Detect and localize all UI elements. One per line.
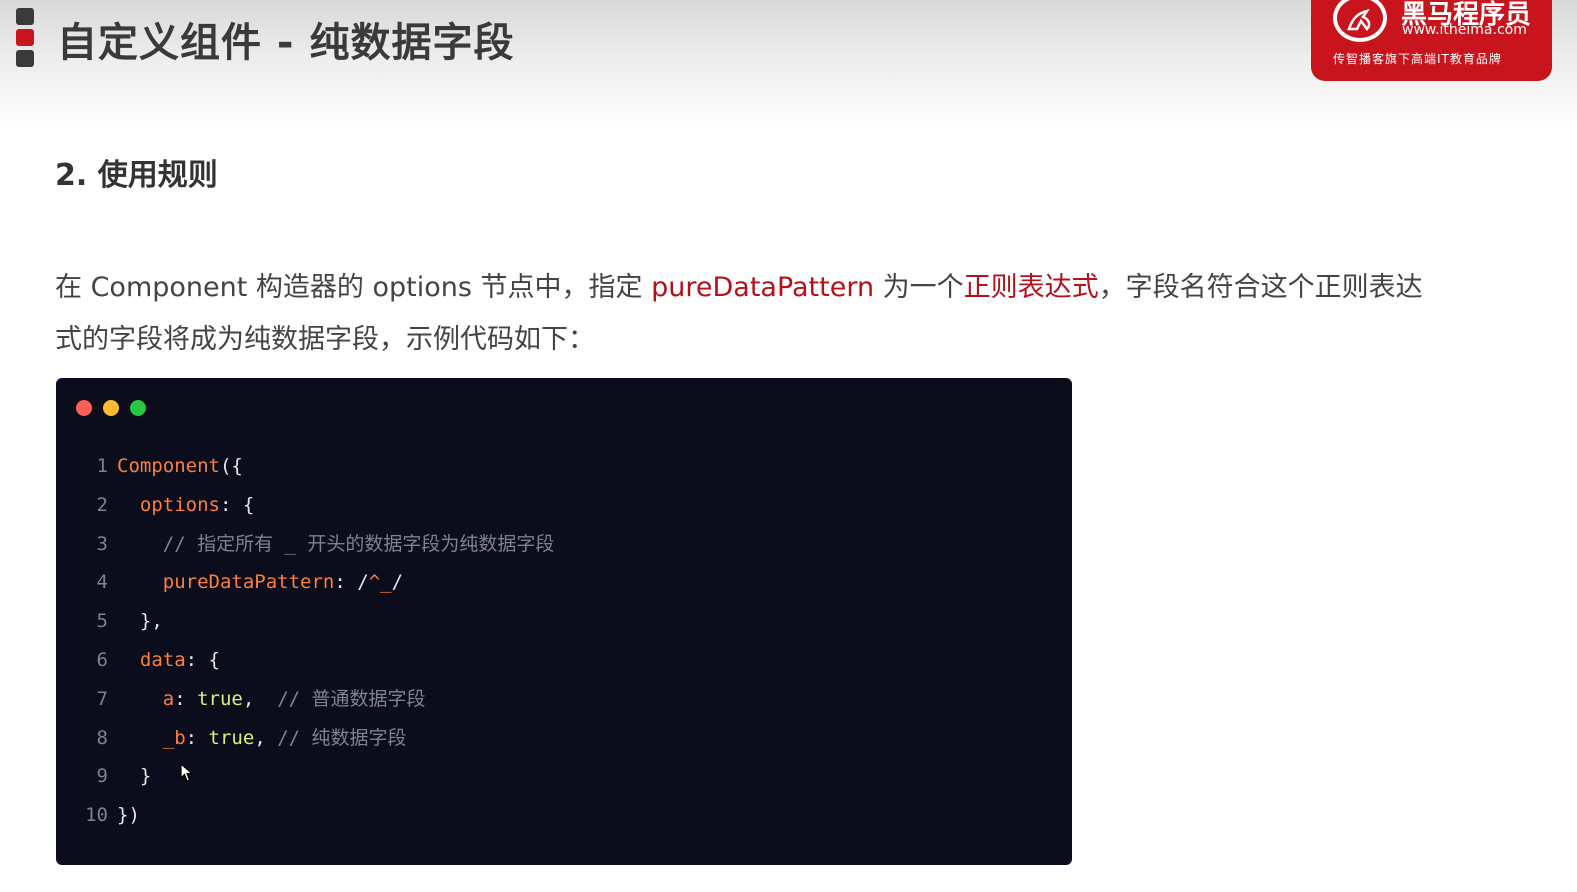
paragraph-text: 为一个 — [874, 272, 964, 303]
window-close-dot — [76, 400, 92, 416]
horse-emblem-icon — [1333, 0, 1387, 42]
code-token: ^_ — [368, 571, 392, 594]
code-token: options — [139, 493, 220, 516]
code-content: // 指定所有 _ 开头的数据字段为纯数据字段 — [117, 525, 555, 564]
code-content: _b: true, // 纯数据字段 — [117, 719, 407, 758]
line-number: 10 — [85, 804, 108, 827]
code-content: Component({ — [117, 447, 243, 486]
code-block: 1 Component({2 options: {3 // 指定所有 _ 开头的数… — [56, 447, 1072, 835]
code-content: }, — [117, 602, 163, 641]
line-number: 4 — [96, 571, 108, 594]
code-token: true — [197, 687, 243, 710]
code-line: 9 } — [56, 757, 1072, 796]
line-number: 8 — [96, 726, 108, 749]
mouse-cursor-icon — [180, 763, 194, 782]
code-token: _b — [162, 726, 186, 749]
code-token: }, — [117, 610, 163, 633]
code-line: 2 options: { — [56, 486, 1072, 525]
highlight-pure-data-pattern: pureDataPattern — [651, 272, 875, 303]
code-token: pureDataPattern — [162, 571, 335, 594]
line-number: 7 — [96, 687, 108, 710]
description-paragraph: 在 Component 构造器的 options 节点中，指定 pureData… — [55, 262, 1435, 366]
page-title: 自定义组件 - 纯数据字段 — [57, 20, 515, 66]
code-content: a: true, // 普通数据字段 — [117, 680, 426, 719]
line-number: 9 — [96, 765, 108, 788]
code-line: 10}) — [56, 796, 1072, 835]
code-line: 3 // 指定所有 _ 开头的数据字段为纯数据字段 — [56, 525, 1072, 564]
line-number: 2 — [96, 493, 108, 516]
line-number: 3 — [96, 532, 108, 555]
code-content: pureDataPattern: /^_/ — [117, 563, 403, 602]
code-line: 1 Component({ — [56, 447, 1072, 486]
line-number: 5 — [96, 610, 108, 633]
code-token: : / — [334, 571, 369, 594]
header-mark — [16, 8, 34, 71]
code-line: 5 }, — [56, 602, 1072, 641]
code-token: , — [254, 726, 278, 749]
code-token: ({ — [219, 455, 243, 477]
code-token: data — [139, 648, 186, 671]
code-token: // 指定所有 _ 开头的数据字段为纯数据字段 — [162, 532, 555, 555]
code-token: : — [174, 687, 198, 710]
header-mark-block — [16, 29, 34, 46]
line-number: 1 — [96, 455, 108, 477]
code-token: }) — [117, 804, 140, 827]
highlight-regex: 正则表达式 — [963, 272, 1099, 303]
code-token: Component — [117, 455, 220, 477]
window-minimize-dot — [103, 400, 119, 416]
brand-logo: 黑马程序员 www.itheima.com 传智播客旗下高端IT教育品牌 — [1311, 0, 1552, 81]
header-mark-block — [16, 50, 34, 67]
logo-slogan: 传智播客旗下高端IT教育品牌 — [1333, 52, 1502, 66]
code-line: 7 a: true, // 普通数据字段 — [56, 680, 1072, 719]
header-mark-block — [16, 8, 34, 25]
code-line: 6 data: { — [56, 641, 1072, 680]
code-token: : — [185, 726, 209, 749]
code-token: true — [208, 726, 255, 749]
code-content: }) — [117, 796, 140, 835]
code-token: : { — [185, 648, 220, 671]
code-line: 4 pureDataPattern: /^_/ — [56, 563, 1072, 602]
paragraph-text: 在 Component 构造器的 options 节点中，指定 — [55, 272, 652, 303]
code-content: options: { — [117, 486, 254, 525]
section-title: 2. 使用规则 — [55, 158, 218, 193]
line-number: 6 — [96, 648, 108, 671]
code-token: : { — [219, 493, 255, 516]
code-token: // 普通数据字段 — [277, 687, 426, 710]
code-content: } — [117, 757, 151, 796]
code-token: } — [117, 765, 152, 788]
code-line: 8 _b: true, // 纯数据字段 — [56, 719, 1072, 758]
window-maximize-dot — [130, 400, 146, 416]
code-token: / — [391, 571, 404, 594]
code-window: 1 Component({2 options: {3 // 指定所有 _ 开头的数… — [56, 378, 1072, 865]
code-content: data: { — [117, 641, 220, 680]
code-token: // 纯数据字段 — [277, 726, 407, 749]
code-token: , — [242, 687, 278, 710]
code-token: a — [162, 687, 175, 710]
logo-url: www.itheima.com — [1402, 22, 1527, 38]
